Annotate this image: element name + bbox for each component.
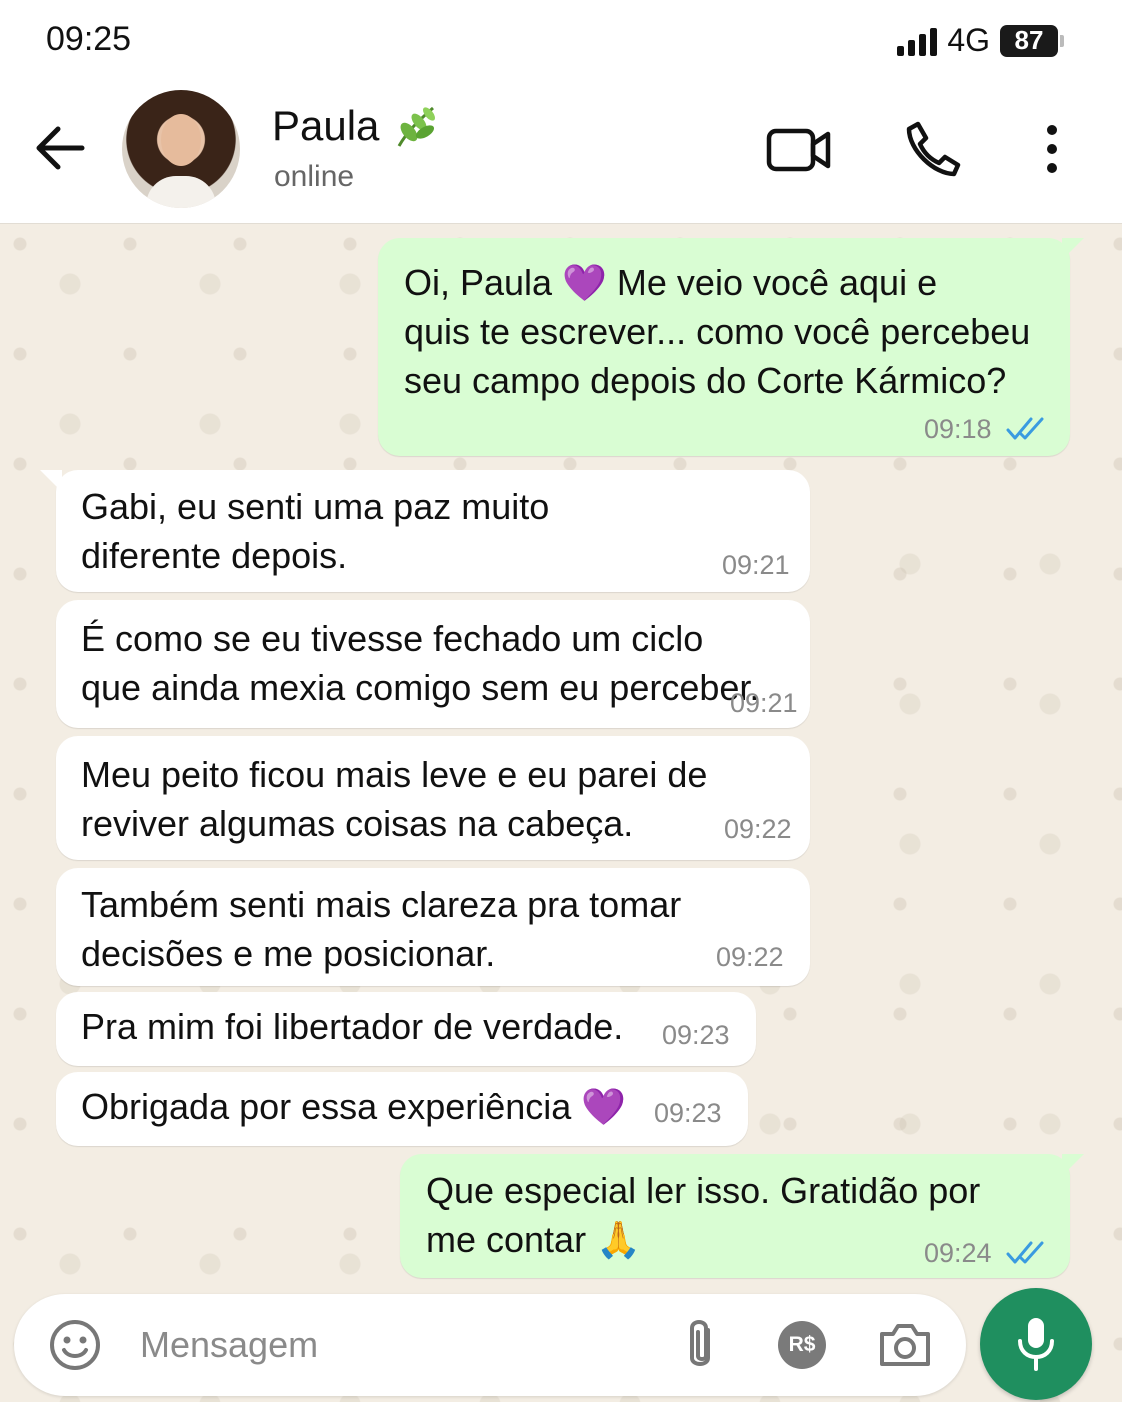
status-indicators: 4G 87 (897, 22, 1064, 59)
read-ticks-icon (1006, 417, 1044, 440)
message-incoming[interactable]: Obrigada por essa experiência 💜 09:23 (56, 1072, 748, 1146)
message-incoming[interactable]: Meu peito ficou mais leve e eu parei de … (56, 736, 810, 860)
message-composer: R$ (14, 1294, 966, 1396)
message-time: 09:21 (730, 688, 798, 718)
microphone-icon (1018, 1318, 1054, 1371)
contact-name[interactable]: Paula (272, 102, 439, 150)
battery-level: 87 (1014, 25, 1044, 55)
bubble-tail (1062, 238, 1084, 260)
message-text: Meu peito ficou mais leve e eu parei de … (81, 754, 708, 844)
message-time: 09:22 (716, 942, 784, 972)
contact-name-text: Paula (272, 102, 380, 149)
status-time: 09:25 (46, 20, 132, 58)
message-incoming[interactable]: Gabi, eu senti uma paz muito diferente d… (40, 470, 810, 592)
payment-icon[interactable]: R$ (778, 1321, 826, 1369)
chat-header: Paula online (0, 82, 1122, 224)
chat-area: Oi, Paula 💜 Me veio você aqui e quis te … (0, 224, 1122, 1402)
message-text: Pra mim foi libertador de verdade. (81, 1006, 624, 1047)
leaf-icon (398, 106, 436, 147)
emoji-icon[interactable] (48, 1318, 102, 1372)
message-text: É como se eu tivesse fechado um ciclo qu… (81, 618, 760, 708)
status-bar: 09:25 4G 87 (0, 0, 1122, 82)
avatar-face (161, 114, 201, 166)
message-text: Que especial ler isso. Gratidão por me c… (426, 1170, 981, 1260)
video-call-icon[interactable] (766, 124, 832, 176)
message-time: 09:23 (662, 1020, 730, 1050)
back-arrow-icon[interactable] (34, 124, 86, 172)
read-ticks-icon (1006, 1241, 1044, 1264)
message-outgoing[interactable]: Que especial ler isso. Gratidão por me c… (400, 1154, 1084, 1278)
message-text: Também senti mais clareza pra tomar deci… (81, 884, 682, 974)
voice-record-button[interactable] (980, 1288, 1092, 1400)
message-incoming[interactable]: Também senti mais clareza pra tomar deci… (56, 868, 810, 986)
avatar-shirt (146, 176, 216, 208)
message-outgoing[interactable]: Oi, Paula 💜 Me veio você aqui e quis te … (378, 238, 1084, 456)
attach-icon[interactable] (680, 1316, 720, 1374)
signal-icon (897, 26, 938, 56)
message-time: 09:21 (722, 550, 790, 580)
message-time: 09:22 (724, 814, 792, 844)
message-time: 09:24 (924, 1238, 992, 1268)
battery-icon: 87 (1000, 24, 1064, 57)
message-time: 09:23 (654, 1098, 722, 1128)
message-text: Oi, Paula 💜 Me veio você aqui e quis te … (404, 262, 1031, 401)
bubble-tail (1062, 1154, 1084, 1176)
message-incoming[interactable]: Pra mim foi libertador de verdade. 09:23 (56, 992, 756, 1066)
network-label: 4G (947, 22, 990, 58)
contact-status: online (274, 160, 355, 193)
avatar[interactable] (122, 90, 240, 208)
message-incoming[interactable]: É como se eu tivesse fechado um ciclo qu… (56, 600, 810, 728)
voice-call-icon[interactable] (904, 120, 962, 178)
camera-icon[interactable] (878, 1318, 932, 1370)
more-options-icon[interactable] (1040, 124, 1064, 174)
message-text: Obrigada por essa experiência 💜 (81, 1086, 627, 1127)
message-time: 09:18 (924, 414, 992, 444)
message-text: Gabi, eu senti uma paz muito diferente d… (81, 486, 550, 576)
message-input[interactable] (140, 1322, 640, 1368)
bubble-tail (40, 470, 62, 492)
